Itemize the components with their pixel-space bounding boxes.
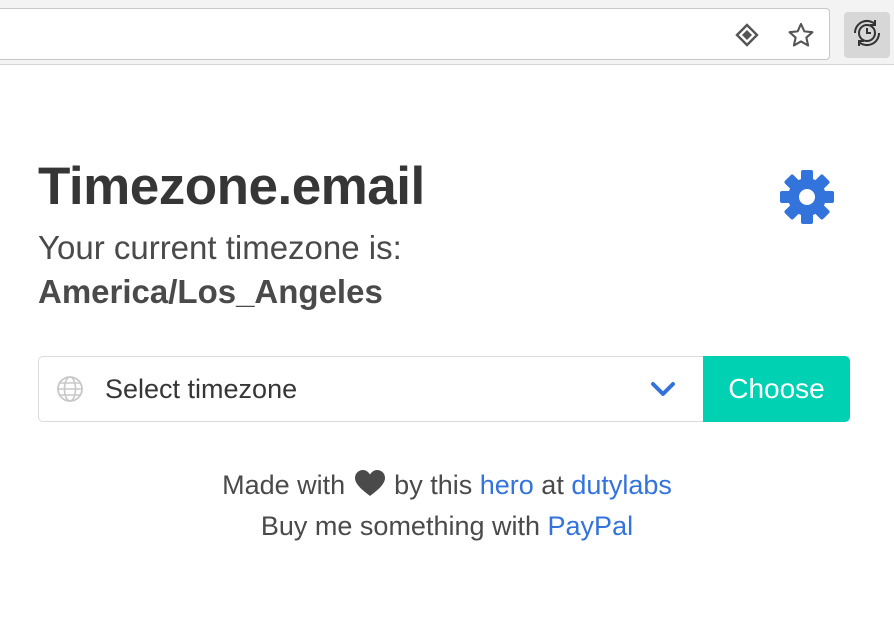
extension-button[interactable] [844, 12, 890, 58]
hero-link[interactable]: hero [480, 470, 534, 500]
made-with-line: Made with by this hero at dutylabs [0, 467, 894, 503]
buy-me-text: Buy me something with [260, 511, 541, 541]
globe-icon [55, 374, 85, 404]
current-timezone: America/Los_Angeles [38, 273, 383, 310]
choose-button[interactable]: Choose [703, 356, 850, 422]
paypal-line: Buy me something with PayPal [0, 508, 894, 544]
dutylabs-link[interactable]: dutylabs [571, 470, 672, 500]
gear-icon [778, 170, 836, 230]
chevron-down-icon [650, 379, 676, 399]
made-with-text: Made with [222, 470, 346, 500]
star-icon[interactable] [787, 21, 815, 49]
browser-toolbar [0, 0, 894, 65]
by-this-text: by this [394, 470, 473, 500]
at-text: at [541, 470, 564, 500]
settings-button[interactable] [778, 168, 836, 226]
address-bar[interactable] [0, 8, 830, 60]
select-value: Select timezone [105, 374, 298, 404]
reader-icon[interactable] [733, 21, 761, 49]
heart-icon [353, 469, 387, 497]
timezone-select[interactable]: Select timezone [38, 356, 704, 422]
clock-sync-icon [851, 17, 883, 54]
page-title: Timezone.email [38, 157, 425, 216]
paypal-link[interactable]: PayPal [548, 511, 634, 541]
timezone-subtitle: Your current timezone is: [38, 229, 402, 266]
